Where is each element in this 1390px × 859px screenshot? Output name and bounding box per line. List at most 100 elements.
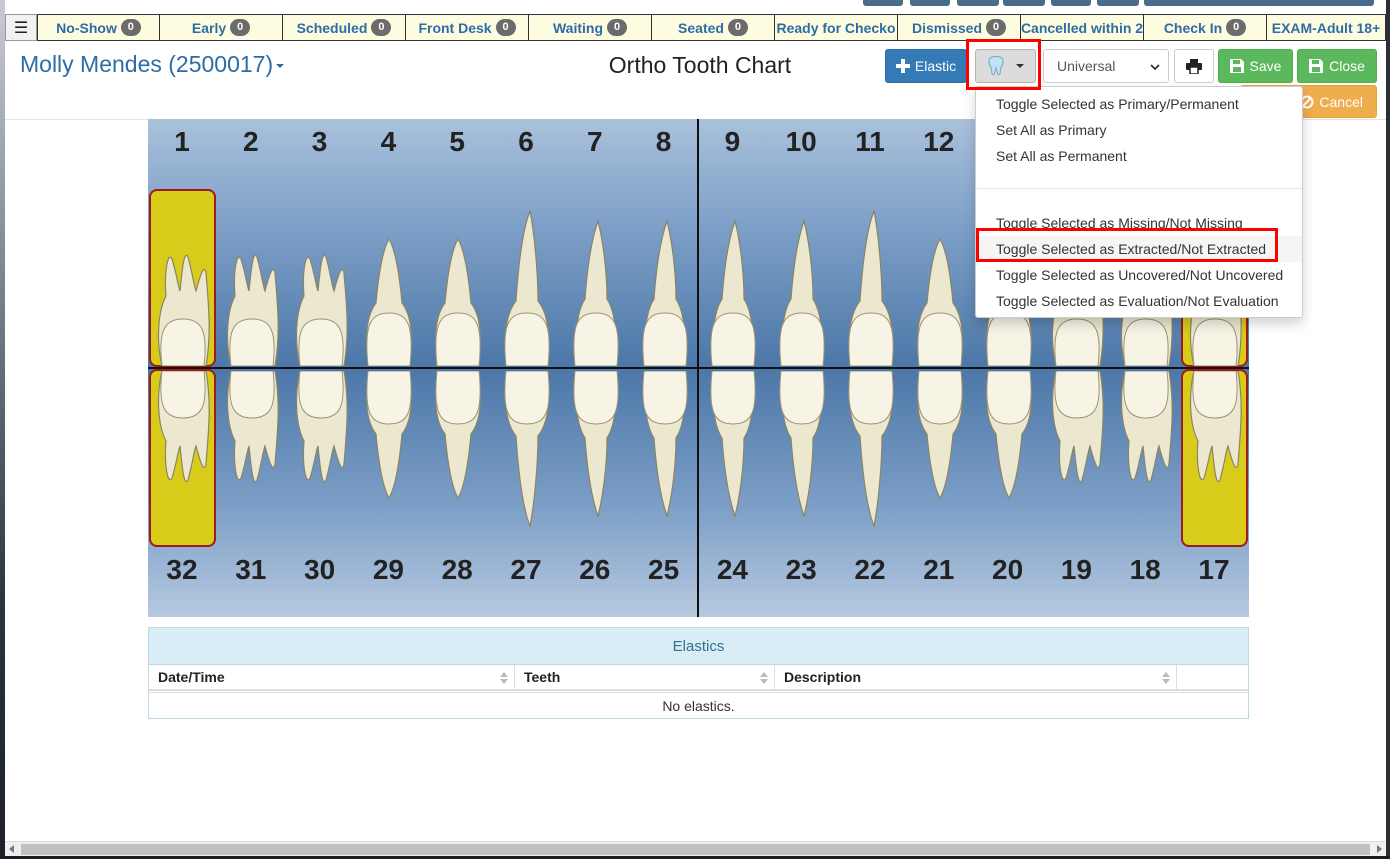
column-header-teeth[interactable]: Teeth [515, 665, 775, 691]
status-tab-no-show[interactable]: No-Show 0 [37, 14, 160, 41]
status-tab-label: Front Desk [418, 19, 492, 36]
tooth-lower[interactable] [976, 370, 1042, 551]
status-tab-dismissed[interactable]: Dismissed 0 [898, 14, 1021, 41]
status-tab-label: EXAM-Adult 18+ [1271, 19, 1381, 36]
tooth-lower[interactable] [700, 370, 766, 551]
menu-item-toggle-extracted[interactable]: Toggle Selected as Extracted/Not Extract… [996, 241, 1266, 257]
tooth-options-dropdown: Toggle Selected as Primary/Permanent Set… [975, 86, 1303, 318]
tooth-number-upper: 6 [518, 126, 534, 157]
hamburger-icon: ☰ [13, 19, 29, 37]
tooth-options-button[interactable] [975, 49, 1036, 83]
tooth-upper[interactable] [356, 191, 422, 371]
status-tab-early[interactable]: Early 0 [160, 14, 283, 41]
tooth-lower[interactable] [769, 370, 835, 551]
print-button[interactable] [1174, 49, 1214, 83]
horizontal-scrollbar[interactable] [5, 841, 1386, 857]
tooth-lower[interactable] [1044, 370, 1110, 551]
tooth-upper[interactable] [425, 191, 491, 371]
tooth-upper[interactable] [288, 191, 354, 371]
stub-tab[interactable] [1144, 0, 1374, 6]
menu-item-toggle-primary-permanent[interactable]: Toggle Selected as Primary/Permanent [996, 96, 1239, 112]
status-tab-scheduled[interactable]: Scheduled 0 [283, 14, 406, 41]
stub-tab[interactable] [1003, 0, 1045, 6]
hamburger-menu-button[interactable]: ☰ [5, 14, 37, 41]
patient-name-dropdown[interactable]: Molly Mendes (2500017) [20, 51, 285, 78]
status-tab-check-in[interactable]: Check In 0 [1144, 14, 1267, 41]
patient-name: Molly Mendes (2500017) [20, 51, 274, 77]
column-header-description[interactable]: Description [775, 665, 1177, 691]
status-bar: ☰ No-Show 0 Early 0 Scheduled 0 Front Desk 0 Wai… [5, 14, 1386, 41]
chevron-down-icon [1150, 64, 1160, 71]
numbering-system-select[interactable]: Universal [1043, 49, 1169, 83]
scroll-left-icon[interactable] [9, 845, 14, 853]
tooth-number-upper: 2 [243, 126, 259, 157]
status-tab-exam-adult-18[interactable]: EXAM-Adult 18+ [1267, 14, 1386, 41]
status-tab-label: Seated [678, 19, 724, 36]
status-tab-seated[interactable]: Seated 0 [652, 14, 775, 41]
menu-item-set-all-permanent[interactable]: Set All as Permanent [996, 148, 1127, 164]
tooth-lower[interactable] [494, 370, 560, 551]
tooth-number-upper: 1 [174, 126, 190, 157]
close-label: Close [1329, 58, 1365, 74]
stub-tab[interactable] [910, 0, 950, 6]
tooth-lower[interactable] [1113, 370, 1179, 551]
empty-table-message: No elastics. [149, 692, 1248, 719]
tooth-number-lower: 20 [992, 554, 1024, 585]
stub-tab[interactable] [1097, 0, 1139, 6]
menu-item-toggle-evaluation[interactable]: Toggle Selected as Evaluation/Not Evalua… [996, 293, 1279, 309]
printer-icon [1186, 58, 1202, 74]
menu-item-set-all-primary[interactable]: Set All as Primary [996, 122, 1106, 138]
status-tab-ready-for-checko[interactable]: Ready for Checko [775, 14, 898, 41]
tooth-lower[interactable] [632, 370, 698, 551]
tooth-lower[interactable] [288, 370, 354, 551]
tooth-lower[interactable] [356, 370, 422, 551]
status-tab-waiting[interactable]: Waiting 0 [529, 14, 652, 41]
tooth-upper[interactable] [494, 191, 560, 371]
tooth-upper[interactable] [150, 191, 216, 371]
tooth-lower[interactable] [425, 370, 491, 551]
tooth-lower[interactable] [1182, 370, 1248, 551]
tooth-upper[interactable] [700, 191, 766, 371]
chevron-down-icon [1016, 64, 1024, 68]
column-header-datetime[interactable]: Date/Time [149, 665, 515, 691]
tooth-icon [988, 56, 1004, 76]
stub-tab[interactable] [1051, 0, 1091, 6]
elastic-label: Elastic [914, 58, 957, 74]
save-button[interactable]: Save [1218, 49, 1293, 83]
tooth-upper[interactable] [563, 191, 629, 371]
stub-tab[interactable] [863, 0, 903, 6]
tooth-lower[interactable] [219, 370, 285, 551]
tooth-lower[interactable] [563, 370, 629, 551]
status-tab-front-desk[interactable]: Front Desk 0 [406, 14, 529, 41]
tooth-lower[interactable] [838, 370, 904, 551]
stub-tab[interactable] [957, 0, 999, 6]
save-icon [1309, 59, 1324, 73]
tooth-lower[interactable] [150, 370, 216, 551]
scroll-right-icon[interactable] [1377, 845, 1382, 853]
menu-item-toggle-missing[interactable]: Toggle Selected as Missing/Not Missing [996, 215, 1243, 231]
status-tab-cancelled-within-2[interactable]: Cancelled within 2 [1021, 14, 1144, 41]
tooth-upper[interactable] [907, 191, 973, 371]
add-elastic-button[interactable]: Elastic [885, 49, 967, 83]
chart-midline-horizontal [148, 367, 1249, 369]
close-button[interactable]: Close [1297, 49, 1377, 83]
tooth-upper[interactable] [219, 191, 285, 371]
menu-item-toggle-uncovered[interactable]: Toggle Selected as Uncovered/Not Uncover… [996, 267, 1283, 283]
count-badge: 0 [607, 19, 628, 36]
elastics-title: Elastics [149, 628, 1248, 665]
tooth-lower[interactable] [907, 370, 973, 551]
tooth-number-upper: 8 [655, 126, 672, 157]
tooth-upper[interactable] [632, 191, 698, 371]
tooth-number-lower: 23 [785, 554, 817, 585]
scrollbar-thumb[interactable] [21, 844, 1370, 855]
tooth-number-upper: 4 [380, 126, 397, 157]
tooth-upper[interactable] [838, 191, 904, 371]
count-badge: 0 [230, 19, 251, 36]
tooth-number-lower: 32 [166, 554, 198, 585]
tooth-number-lower: 21 [923, 554, 955, 585]
column-label: Date/Time [158, 669, 225, 685]
sort-icon [500, 672, 508, 684]
tooth-number-upper: 10 [785, 126, 817, 157]
tooth-upper[interactable] [769, 191, 835, 371]
tooth-number-lower: 22 [854, 554, 886, 585]
